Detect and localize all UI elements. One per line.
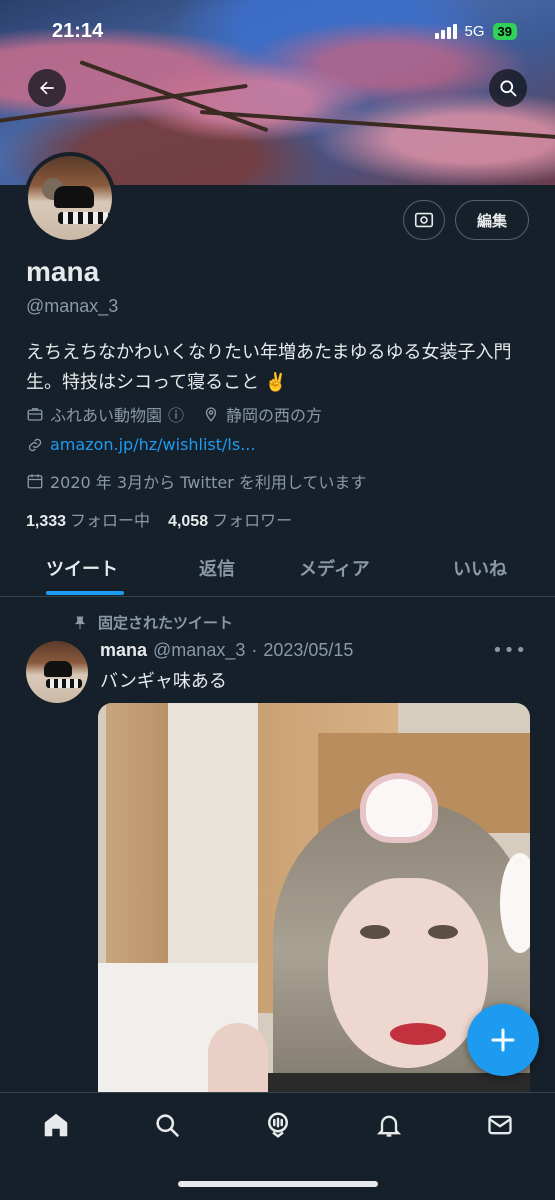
- compose-button[interactable]: [467, 1004, 539, 1076]
- profile-handle: @manax_3: [26, 296, 119, 316]
- profile-bio: えちえちなかわいくなりたい年増あたまゆるゆる女装子入門生。特技はシコって寝ること…: [26, 342, 512, 393]
- pin-icon: [75, 616, 85, 629]
- followers-label: フォロワー: [212, 511, 293, 530]
- profile-joined: 2020 年 3月から Twitter を利用しています: [50, 473, 367, 492]
- status-bar: 21:14 5G 39: [0, 0, 555, 62]
- tweet-avatar[interactable]: [26, 641, 88, 703]
- following-count: 1,333: [26, 513, 67, 530]
- back-button[interactable]: [28, 69, 66, 107]
- profile-tabs: ツイート 返信 メディア いいね: [0, 543, 555, 597]
- follow-stats: 1,333 フォロー中 4,058 フォロワー: [26, 507, 292, 531]
- mail-icon: [488, 1115, 512, 1135]
- network-label: 5G: [464, 22, 485, 40]
- followers-link[interactable]: 4,058 フォロワー: [168, 507, 292, 531]
- active-tab-indicator: [46, 591, 124, 595]
- edit-profile-button[interactable]: 編集: [455, 200, 529, 240]
- tweet-media-image[interactable]: [98, 703, 530, 1103]
- tweet-author-handle[interactable]: @manax_3: [153, 640, 245, 661]
- location-pin-icon: [205, 407, 217, 422]
- photo-frame-icon: [414, 212, 434, 228]
- profile-website-link[interactable]: amazon.jp/hz/wishlist/ls...: [50, 435, 255, 454]
- tab-tweets[interactable]: ツイート: [46, 555, 118, 581]
- nav-notifications[interactable]: [373, 1109, 405, 1141]
- pinned-label: 固定されたツイート: [72, 612, 233, 633]
- profile-name: mana: [26, 256, 100, 287]
- status-time: 21:14: [52, 19, 104, 42]
- search-icon: [500, 80, 517, 97]
- nav-search[interactable]: [151, 1109, 183, 1141]
- profile-website-row: amazon.jp/hz/wishlist/ls...: [26, 435, 255, 454]
- bell-icon: [376, 1115, 402, 1137]
- nav-messages[interactable]: [484, 1109, 516, 1141]
- more-options-icon[interactable]: •••: [492, 640, 527, 661]
- nav-home[interactable]: [40, 1109, 72, 1141]
- following-label: フォロー中: [70, 511, 151, 530]
- briefcase-icon: [27, 408, 43, 421]
- following-link[interactable]: 1,333 フォロー中: [26, 507, 150, 531]
- spaces-icon: [268, 1112, 288, 1138]
- link-icon: [28, 438, 42, 451]
- profile-avatar[interactable]: [24, 152, 116, 244]
- nav-spaces[interactable]: [262, 1109, 294, 1141]
- tweet-text: バンギャ味ある: [100, 671, 227, 692]
- pinned-text: 固定されたツイート: [98, 614, 234, 632]
- home-icon: [44, 1113, 68, 1137]
- battery-icon: 39: [492, 22, 517, 40]
- status-indicators: 5G 39: [434, 22, 517, 40]
- tweet-date[interactable]: 2023/05/15: [263, 640, 353, 661]
- tab-media[interactable]: メディア: [299, 555, 370, 581]
- tweet-header: mana @manax_3 · 2023/05/15: [100, 640, 353, 661]
- edit-photo-button[interactable]: [403, 200, 445, 240]
- profile-meta-category-location: ふれあい動物園 ⓘ 静岡の西の方: [26, 402, 322, 426]
- info-icon[interactable]: ⓘ: [168, 402, 184, 426]
- tweet-separator: ·: [251, 640, 258, 660]
- signal-icon: [434, 23, 457, 39]
- profile-category: ふれあい動物園: [50, 406, 163, 425]
- tweet-author-name[interactable]: mana: [100, 640, 147, 661]
- back-arrow-icon: [40, 81, 54, 95]
- tab-replies[interactable]: 返信: [199, 555, 235, 581]
- search-button[interactable]: [489, 69, 527, 107]
- search-icon: [156, 1114, 179, 1137]
- plus-icon: [491, 1028, 515, 1052]
- profile-location: 静岡の西の方: [226, 406, 323, 425]
- followers-count: 4,058: [168, 513, 209, 530]
- home-indicator: [178, 1181, 378, 1187]
- tab-likes[interactable]: いいね: [453, 555, 507, 581]
- profile-joined-row: 2020 年 3月から Twitter を利用しています: [26, 469, 366, 493]
- calendar-icon: [27, 474, 43, 489]
